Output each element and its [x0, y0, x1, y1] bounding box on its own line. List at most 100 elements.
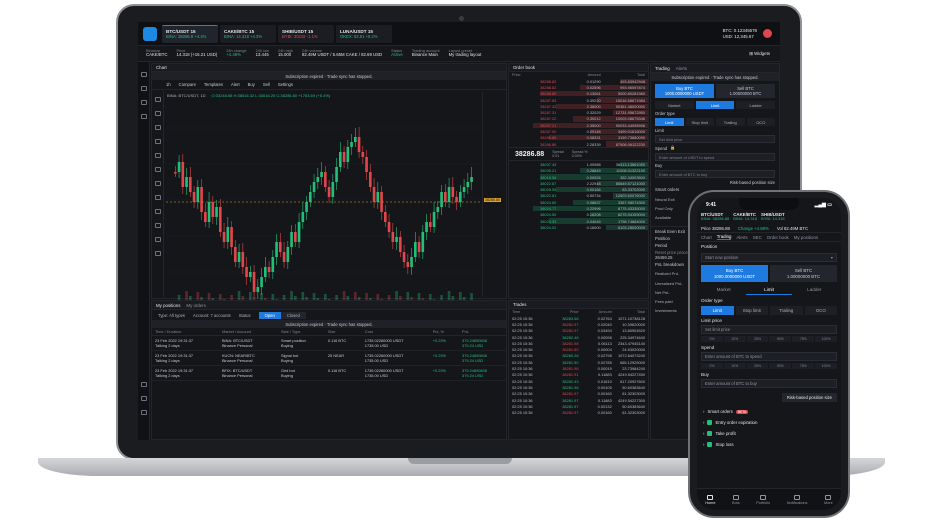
orderbook-row[interactable]: 38022.81 0.50734 12603.60076000	[509, 193, 648, 199]
smart-order-item[interactable]: › Entry order expiration	[703, 418, 835, 427]
zoom-icon[interactable]	[155, 195, 161, 200]
orderbook-row[interactable]: 38024.50 0.16208 6275.94159000	[509, 212, 648, 218]
phone-ticker[interactable]: CAKE/BTC BINA: 14.318	[733, 212, 757, 222]
orderbook-row[interactable]: 38024.77 0.22996 8775.43335000	[509, 205, 648, 212]
sell-btc-button[interactable]: Sell BTC 1.00000000 BTC	[716, 84, 775, 98]
avatar[interactable]	[763, 29, 772, 38]
tabbar-portfolio[interactable]: Portfolio	[756, 494, 770, 505]
phone-mode-tab[interactable]: Limit	[746, 285, 792, 295]
orderbook-row[interactable]: 38288.82 0.02596 993.96097874	[509, 84, 648, 91]
orderbook-row[interactable]: 38286.86 2.28339 87508.06122230	[509, 141, 648, 147]
widgets-button[interactable]: ⊞ Widgets	[749, 51, 770, 57]
smart-order-item[interactable]: › Stop loss	[703, 440, 835, 449]
text-icon[interactable]	[155, 153, 161, 158]
phone-mode-tab[interactable]: Ladder	[792, 285, 837, 295]
phone-nav-item[interactable]: Order book	[767, 235, 789, 240]
percent-button[interactable]: 10%	[723, 336, 746, 342]
percent-button[interactable]: 25%	[746, 336, 769, 342]
percent-button[interactable]: 100%	[815, 363, 837, 369]
status-closed[interactable]: Closed	[280, 311, 306, 319]
pattern-icon[interactable]	[155, 167, 161, 172]
dashboard-icon[interactable]	[141, 72, 147, 77]
toolbar-alert[interactable]: Alert	[231, 82, 240, 87]
orderbook-row[interactable]: 38287.00 0.09148 3499.01616000	[509, 128, 648, 135]
phone-ticker[interactable]: BTC/USDT BINA: 38286.88	[701, 212, 729, 222]
risk-position-button[interactable]: Risk-based position size	[730, 180, 775, 185]
orderbook-row[interactable]: 38287.83 0.39220 15016.58671984	[509, 97, 648, 103]
info-item[interactable]: Trading account Binance Main	[412, 48, 440, 58]
toolbar-compare[interactable]: Compare	[179, 82, 196, 87]
table-row[interactable]: 23 Feb 2022 19:31:37 Talking 2 days BFIX: …	[152, 365, 506, 382]
percent-button[interactable]: 50%	[769, 336, 792, 342]
orderbook-row[interactable]: 38024.02 0.16000 6103.28000000	[509, 224, 648, 231]
percent-button[interactable]: 100%	[815, 336, 837, 342]
tab-alerts[interactable]: Alerts	[676, 66, 687, 71]
brush-icon[interactable]	[155, 139, 161, 144]
tabbar-more[interactable]: More	[824, 494, 833, 505]
trash-icon[interactable]	[155, 251, 161, 256]
order-type-option[interactable]: Limit	[655, 118, 684, 126]
orderbook-row[interactable]: 38288.80 0.13061 5000.80281980	[509, 91, 648, 97]
phone-order-type-option[interactable]: OCO	[804, 306, 837, 315]
phone-risk-button[interactable]: Risk-based position size	[781, 393, 837, 402]
phone-smart-orders-label[interactable]: Smart orders	[707, 409, 732, 414]
percent-button[interactable]: 0%	[701, 363, 723, 369]
phone-nav-item[interactable]: Alerts	[736, 235, 747, 240]
info-item[interactable]: Binance CAKE/BTC	[146, 48, 168, 58]
phone-ticker[interactable]: SHIB/USDT BYBI: 14.318	[761, 212, 785, 222]
orderbook-row[interactable]: 38024.60 0.08637 3367.98074300	[509, 199, 648, 205]
info-item[interactable]: Layout preset My trading layout	[449, 48, 482, 58]
eye-icon[interactable]	[155, 237, 161, 242]
phone-nav-item[interactable]: Trading	[716, 234, 732, 240]
percent-button[interactable]: 25%	[746, 363, 769, 369]
limit-price-input[interactable]: Set limit price	[655, 135, 775, 143]
percent-button[interactable]: 0%	[701, 336, 723, 342]
mode-market[interactable]: Market	[655, 101, 694, 109]
toolbar-buy[interactable]: Buy	[248, 82, 255, 87]
fib-icon[interactable]	[155, 125, 161, 130]
ticker-tab[interactable]: CAKE/BTC 15 BINA: 14.318 +4.3%	[220, 24, 276, 43]
tabbar-home[interactable]: Home	[705, 494, 715, 505]
positions-tab[interactable]: My orders	[186, 303, 206, 308]
orderbook-row[interactable]: 38286.89 0.08331 3159.73680090	[509, 135, 648, 141]
mode-limit[interactable]: Limit	[695, 101, 735, 109]
smart-order-item[interactable]: › Take profit	[703, 429, 835, 438]
orderbook-row[interactable]: 38035.21 0.28849 11008.01322190	[509, 168, 648, 174]
candlestick-chart[interactable]	[166, 92, 481, 310]
mode-ladder[interactable]: Ladder	[736, 101, 776, 109]
table-row[interactable]: 23 Feb 2022 19:31:37 Talking 2 days BINA: …	[152, 335, 506, 352]
orderbook-row[interactable]: 38288.82 0.01290 493.83942948	[509, 78, 648, 84]
phone-order-type-option[interactable]: Limit	[701, 306, 734, 315]
type-filter[interactable]: Type: All types	[158, 313, 185, 318]
orderbook-row[interactable]: 38028.55 0.00166 63.33702000	[509, 186, 648, 193]
account-filter[interactable]: Account: 7 accounts	[193, 313, 231, 318]
ticker-tab[interactable]: LUNA/USDT 15 OKEX: 53.51 +6.2%	[336, 24, 392, 43]
notifications-icon[interactable]	[141, 410, 147, 415]
ticker-tab[interactable]: BTC/USDT 15 BINA: 38286.8 +4.4%	[162, 24, 218, 43]
toolbar-templates[interactable]: Templates	[204, 82, 223, 87]
lock-icon[interactable]	[155, 223, 161, 228]
phone-nav-item[interactable]: SEC	[753, 235, 762, 240]
orderbook-row[interactable]: 38024.33 0.04045 1798.74684000	[509, 218, 648, 224]
terminal-icon[interactable]	[141, 86, 147, 91]
buy-btc-button[interactable]: Buy BTC 1000.0000000 USDT	[655, 84, 714, 98]
phone-nav-item[interactable]: Chart	[701, 235, 712, 240]
percent-button[interactable]: 75%	[792, 363, 815, 369]
crosshair-icon[interactable]	[155, 97, 161, 102]
orderbook-row[interactable]: 38037.43 1.00988 38413.13661050	[509, 161, 648, 168]
phone-buy-button[interactable]: Buy BTC 1000.0000000 USDT	[701, 265, 768, 282]
phone-spend-input[interactable]: Enter amount of BTC to spend	[701, 352, 837, 361]
table-row[interactable]: 23 Feb 2022 19:31:37 Talking 2 days KUCN: …	[152, 350, 506, 367]
phone-order-type-option[interactable]: Trailing	[770, 306, 803, 315]
phone-sell-button[interactable]: Sell BTC 1.00000000 BTC	[770, 265, 837, 282]
order-type-option[interactable]: Trailing	[716, 118, 745, 126]
orderbook-row[interactable]: 38022.87 2.22948 85649.57121000	[509, 180, 648, 186]
phone-limit-input[interactable]: Set limit price	[701, 325, 837, 334]
order-type-option[interactable]: Stop limit	[685, 118, 714, 126]
percent-button[interactable]: 75%	[792, 336, 815, 342]
portfolio-icon[interactable]	[141, 114, 147, 119]
order-type-option[interactable]: OCO	[746, 118, 775, 126]
orderbook-row[interactable]: 38287.22 0.30012 10003.08675346	[509, 116, 648, 122]
tab-trading[interactable]: Trading	[655, 66, 670, 71]
smart-orders-toggle[interactable]: Smart orders	[655, 187, 679, 192]
